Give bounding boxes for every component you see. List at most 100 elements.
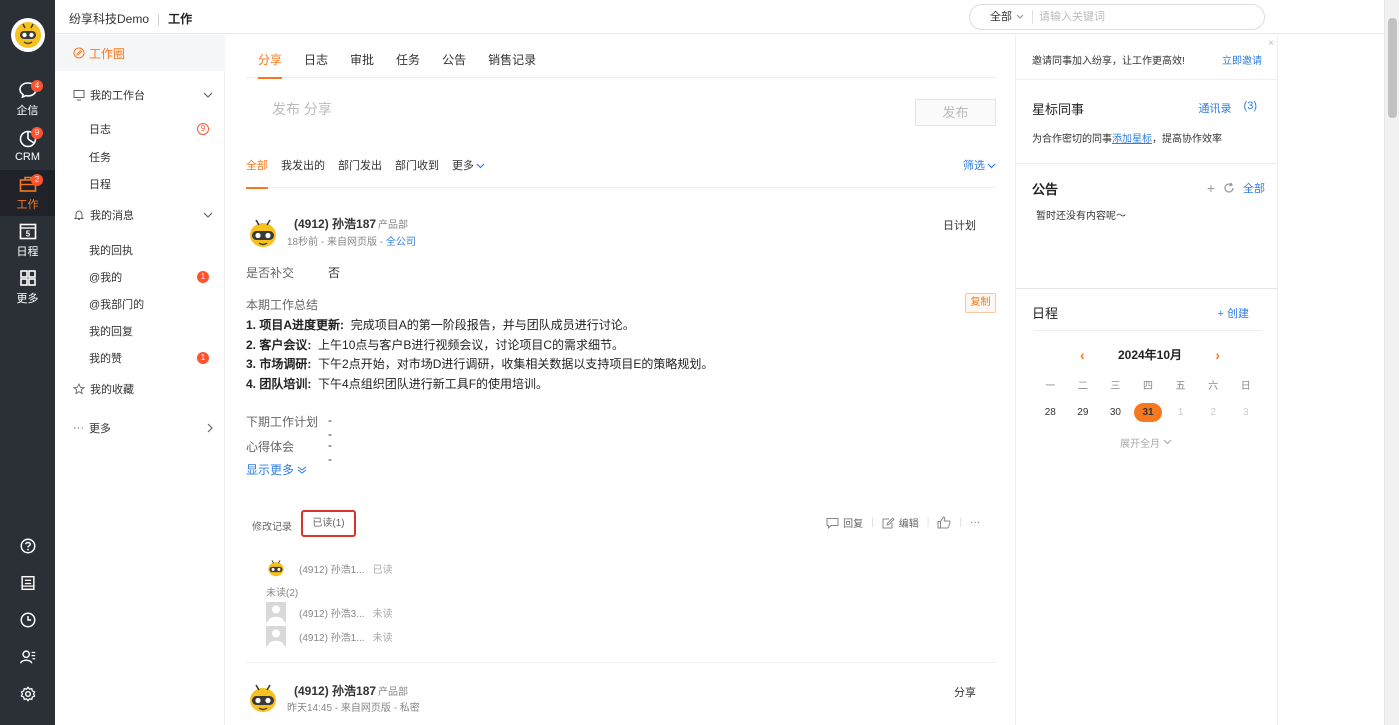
subnav-item-label: 任务 <box>89 152 111 164</box>
chevron-right-icon <box>207 423 213 433</box>
show-more-link[interactable]: 显示更多 <box>246 461 307 478</box>
subnav-item-log[interactable]: 日志 9 <box>89 121 209 137</box>
page-scrollbar[interactable] <box>1384 0 1399 725</box>
subnav-group-workbench[interactable]: 我的工作台 <box>73 87 219 103</box>
field-label: 是否补交 <box>246 266 295 280</box>
divider: | <box>959 517 962 528</box>
history-button[interactable] <box>0 602 55 638</box>
help-button[interactable] <box>0 528 55 564</box>
tab-approval[interactable]: 审批 <box>350 47 374 78</box>
invite-now-link[interactable]: 立即邀请 <box>1222 52 1262 67</box>
avatar[interactable] <box>246 681 280 715</box>
filter-sent[interactable]: 我发出的 <box>281 155 325 188</box>
post-scope-link[interactable]: 全公司 <box>386 237 416 248</box>
filter-dept-sent[interactable]: 部门发出 <box>338 155 382 188</box>
copy-button[interactable]: 复制 <box>965 293 996 313</box>
subnav-item-dept-mentions[interactable]: @我部门的 <box>89 296 209 312</box>
edit-button[interactable]: 编辑 <box>882 515 919 530</box>
rail-item-crm[interactable]: CRM 9 <box>0 123 55 169</box>
post-author[interactable]: (4912) 孙浩187 产品部 <box>294 215 408 232</box>
edit-history-link[interactable]: 修改记录 <box>252 518 292 533</box>
more-actions-button[interactable]: ··· <box>970 517 980 528</box>
close-icon[interactable]: × <box>1268 38 1274 49</box>
post-time: 18秒前 - 来自网页版 - <box>287 237 386 248</box>
filter-dept-received[interactable]: 部门收到 <box>395 155 439 188</box>
weekday: 四 <box>1143 381 1154 392</box>
plus-icon[interactable]: + <box>1207 180 1215 196</box>
divider: | <box>926 517 930 528</box>
refresh-icon[interactable] <box>1223 182 1235 194</box>
contacts-link[interactable]: 通讯录 (3) <box>1199 100 1257 116</box>
subnav-item-schedule[interactable]: 日程 <box>89 176 209 192</box>
reader-row[interactable]: (4912) 孙浩3... 未读 <box>266 602 393 622</box>
tab-share[interactable]: 分享 <box>258 47 283 79</box>
weekday: 五 <box>1175 381 1186 392</box>
calendar-day[interactable]: 28 <box>1034 403 1067 422</box>
chevron-right-icon[interactable]: › <box>1215 347 1220 363</box>
tab-sales-record[interactable]: 销售记录 <box>488 47 536 78</box>
reader-name: (4912) 孙浩1... <box>299 564 365 576</box>
settings-button[interactable] <box>0 676 55 712</box>
tab-log[interactable]: 日志 <box>304 47 328 78</box>
contacts-count: (3) <box>1243 100 1257 112</box>
composer-input[interactable] <box>272 101 672 117</box>
subnav-item-favorites[interactable]: 我的收藏 <box>73 381 219 397</box>
announcement-all-link[interactable]: 全部 <box>1243 180 1265 196</box>
app-logo[interactable] <box>11 18 45 52</box>
chevron-down-icon <box>1016 14 1024 19</box>
user-silhouette-icon <box>268 605 284 622</box>
calendar-day[interactable]: 30 <box>1099 403 1132 422</box>
app-rail: 企信 4 CRM 9 工作 2 5 日程 更多 <box>0 0 55 725</box>
subnav-item-replies[interactable]: 我的回复 <box>89 323 209 339</box>
filter-all[interactable]: 全部 <box>246 155 268 189</box>
rail-item-more[interactable]: 更多 <box>0 264 55 310</box>
filter-more[interactable]: 更多 <box>452 155 485 188</box>
subnav-item-receipts[interactable]: 我的回执 <box>89 242 209 258</box>
breadcrumb-separator: | <box>157 12 161 26</box>
calendar-day[interactable]: 1 <box>1164 403 1197 422</box>
add-star-link[interactable]: 添加星标 <box>1112 134 1152 145</box>
create-schedule-button[interactable]: + 创建 <box>1218 305 1249 321</box>
star-icon <box>73 383 85 395</box>
read-status-tab[interactable]: 已读(1) <box>301 510 356 537</box>
tab-announcement[interactable]: 公告 <box>442 47 466 78</box>
rail-item-messenger[interactable]: 企信 4 <box>0 76 55 122</box>
company-name[interactable]: 纷享科技Demo <box>69 12 149 26</box>
expand-month-button[interactable]: 展开全月 <box>1120 435 1172 450</box>
rail-item-schedule[interactable]: 5 日程 <box>0 217 55 263</box>
reply-button[interactable]: 回复 <box>826 515 863 530</box>
search-input[interactable] <box>1039 11 1239 23</box>
subnav-group-messages[interactable]: 我的消息 <box>73 207 219 223</box>
subnav-item-work-circle[interactable]: 工作圈 <box>55 35 225 71</box>
calendar-day[interactable]: 2 <box>1197 403 1230 422</box>
calendar-day[interactable]: 3 <box>1229 403 1262 422</box>
announcement-empty-text: 暂时还没有内容呢～ <box>1036 211 1126 222</box>
feed-filter-bar: 全部 我发出的 部门发出 部门收到 更多 筛选 <box>246 155 996 189</box>
post-author[interactable]: (4912) 孙浩187 产品部 <box>294 682 408 699</box>
post-meta: 18秒前 - 来自网页版 - 全公司 <box>287 233 416 248</box>
subnav-item-likes[interactable]: 我的赞 1 <box>89 350 209 366</box>
expand-label: 展开全月 <box>1120 439 1160 450</box>
contacts-button[interactable] <box>0 639 55 675</box>
calendar-day[interactable]: 29 <box>1067 403 1100 422</box>
tab-task[interactable]: 任务 <box>396 47 420 78</box>
svg-text:5: 5 <box>25 230 30 239</box>
calendar-day-today[interactable]: 31 <box>1132 403 1165 422</box>
chevron-left-icon[interactable]: ‹ <box>1080 347 1085 363</box>
filter-screen-button[interactable]: 筛选 <box>963 155 996 188</box>
like-button[interactable] <box>937 516 951 529</box>
reader-row[interactable]: (4912) 孙浩1... 已读 <box>266 558 393 578</box>
inbox-button[interactable] <box>0 565 55 601</box>
field-value: 否 <box>328 266 341 280</box>
reader-row[interactable]: (4912) 孙浩1... 未读 <box>266 626 393 646</box>
subnav-item-more[interactable]: ··· 更多 <box>73 420 219 436</box>
scrollbar-thumb[interactable] <box>1388 18 1397 118</box>
subnav-item-mentions[interactable]: @我的 1 <box>89 269 209 285</box>
rail-item-work[interactable]: 工作 2 <box>0 170 55 216</box>
publish-button[interactable]: 发布 <box>915 99 996 126</box>
rail-badge: 2 <box>31 174 43 186</box>
subnav-item-task[interactable]: 任务 <box>89 149 209 165</box>
filter-screen-label: 筛选 <box>963 160 985 172</box>
avatar[interactable] <box>246 216 280 250</box>
search-scope-select[interactable]: 全部 <box>970 10 1033 24</box>
